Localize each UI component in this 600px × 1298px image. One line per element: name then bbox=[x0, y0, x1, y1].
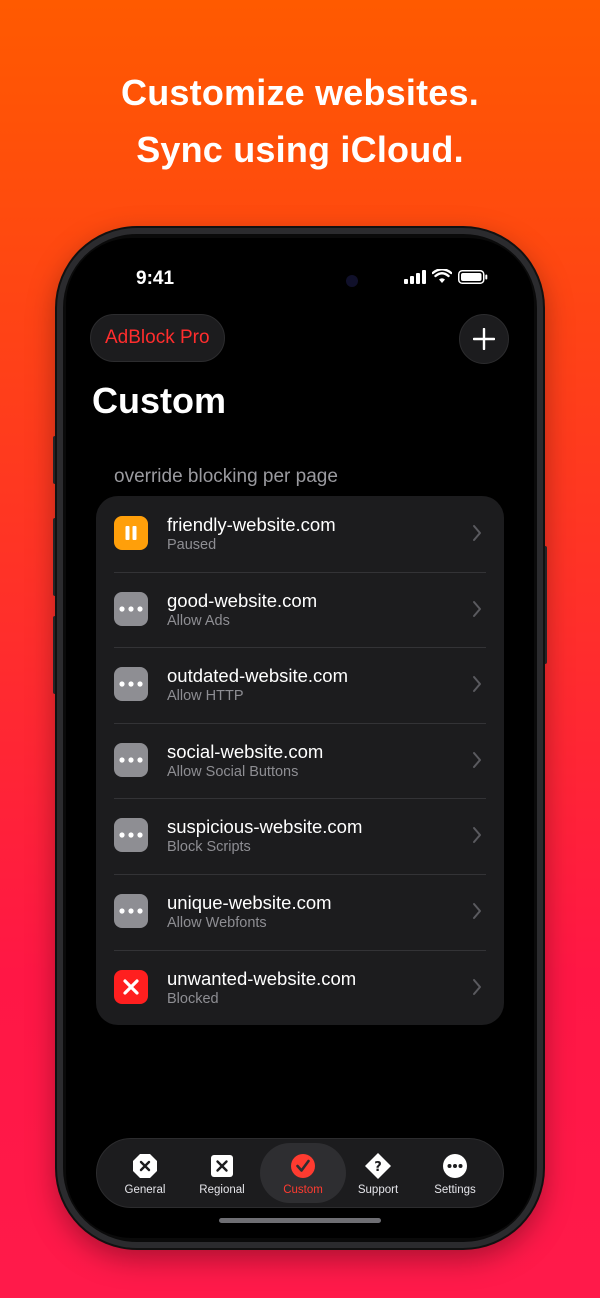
tab-support[interactable]: ? Support bbox=[338, 1143, 418, 1203]
tab-label: Settings bbox=[434, 1184, 476, 1196]
marketing-headline: Customize websites. Sync using iCloud. bbox=[0, 64, 600, 178]
row-subtitle: Allow Webfonts bbox=[167, 914, 267, 931]
row-status-icon bbox=[114, 818, 148, 853]
row-status-icon bbox=[114, 969, 148, 1004]
cellular-signal-icon bbox=[404, 269, 426, 284]
website-list: friendly-website.com Paused good-website… bbox=[96, 496, 504, 1025]
row-subtitle: Allow Ads bbox=[167, 612, 230, 629]
page-title: Custom bbox=[92, 380, 226, 421]
row-title: unique-website.com bbox=[167, 891, 332, 913]
status-time: 9:41 bbox=[136, 268, 175, 289]
home-indicator bbox=[219, 1218, 381, 1223]
chevron-right-icon bbox=[473, 525, 481, 541]
list-item[interactable]: suspicious-website.com Block Scripts bbox=[96, 798, 504, 874]
phone-screen: 9:41 AdBlock Pro Custom override blockin… bbox=[66, 238, 534, 1238]
svg-text:?: ? bbox=[374, 1160, 382, 1175]
tab-custom[interactable]: Custom bbox=[260, 1143, 346, 1203]
tab-label: Support bbox=[357, 1184, 399, 1196]
headline-line-2: Sync using iCloud. bbox=[136, 129, 464, 170]
dynamic-island bbox=[238, 262, 362, 298]
ellipsis-icon bbox=[119, 832, 143, 838]
tab-settings[interactable]: Settings bbox=[415, 1143, 495, 1203]
tab-general[interactable]: General bbox=[105, 1143, 185, 1203]
front-camera bbox=[346, 275, 358, 287]
row-status-icon bbox=[114, 893, 148, 928]
row-title: friendly-website.com bbox=[167, 514, 336, 535]
tab-label: Custom bbox=[283, 1184, 323, 1196]
octagon-x-icon bbox=[133, 1154, 157, 1178]
headline-line-1: Customize websites. bbox=[121, 72, 479, 113]
list-item[interactable]: friendly-website.com Paused bbox=[96, 496, 504, 572]
row-status-icon bbox=[114, 667, 148, 702]
chevron-right-icon bbox=[473, 978, 481, 995]
row-subtitle: Allow HTTP bbox=[167, 688, 244, 705]
row-status-icon bbox=[114, 742, 148, 777]
tab-bar: General Regional Custom ? Support Settin… bbox=[96, 1138, 504, 1208]
list-item[interactable]: unique-website.com Allow Webfonts bbox=[96, 873, 504, 950]
ellipsis-icon bbox=[119, 681, 143, 687]
chevron-right-icon bbox=[473, 827, 481, 844]
chevron-right-icon bbox=[473, 751, 481, 768]
chevron-right-icon bbox=[473, 600, 481, 617]
tab-regional[interactable]: Regional bbox=[182, 1143, 262, 1203]
row-subtitle: Allow Social Buttons bbox=[167, 763, 299, 780]
ellipsis-icon bbox=[119, 605, 143, 612]
square-x-icon bbox=[211, 1155, 233, 1177]
ellipsis-circle-icon bbox=[443, 1154, 467, 1178]
row-title: social-website.com bbox=[167, 740, 324, 762]
list-item[interactable]: social-website.com Allow Social Buttons bbox=[96, 722, 504, 799]
battery-icon bbox=[458, 269, 488, 284]
checkmark-circle-icon bbox=[291, 1154, 315, 1178]
row-title: good-website.com bbox=[167, 589, 318, 611]
tab-label: General bbox=[124, 1184, 166, 1196]
chevron-right-icon bbox=[473, 902, 481, 919]
row-status-icon bbox=[114, 516, 148, 550]
wifi-icon bbox=[432, 269, 452, 283]
chevron-right-icon bbox=[473, 676, 481, 693]
row-title: suspicious-website.com bbox=[167, 816, 363, 838]
list-item[interactable]: outdated-website.com Allow HTTP bbox=[96, 647, 504, 723]
ellipsis-icon bbox=[119, 757, 143, 763]
add-button[interactable] bbox=[459, 314, 509, 364]
app-menu-button[interactable]: AdBlock Pro bbox=[90, 314, 225, 362]
row-subtitle: Paused bbox=[167, 537, 217, 553]
list-item[interactable]: good-website.com Allow Ads bbox=[96, 571, 504, 648]
pause-icon bbox=[125, 526, 137, 540]
row-title: outdated-website.com bbox=[167, 665, 348, 687]
ellipsis-icon bbox=[119, 908, 143, 914]
row-subtitle: Blocked bbox=[167, 990, 219, 1007]
row-subtitle: Block Scripts bbox=[167, 839, 251, 856]
row-title: unwanted-website.com bbox=[167, 967, 357, 989]
plus-icon bbox=[473, 328, 495, 350]
list-item[interactable]: unwanted-website.com Blocked bbox=[96, 949, 504, 1025]
section-header: override blocking per page bbox=[114, 466, 338, 487]
status-icons bbox=[404, 269, 488, 284]
xmark-icon bbox=[123, 978, 139, 995]
tab-label: Regional bbox=[199, 1184, 245, 1196]
row-status-icon bbox=[114, 591, 148, 626]
question-diamond-icon: ? bbox=[365, 1153, 391, 1179]
